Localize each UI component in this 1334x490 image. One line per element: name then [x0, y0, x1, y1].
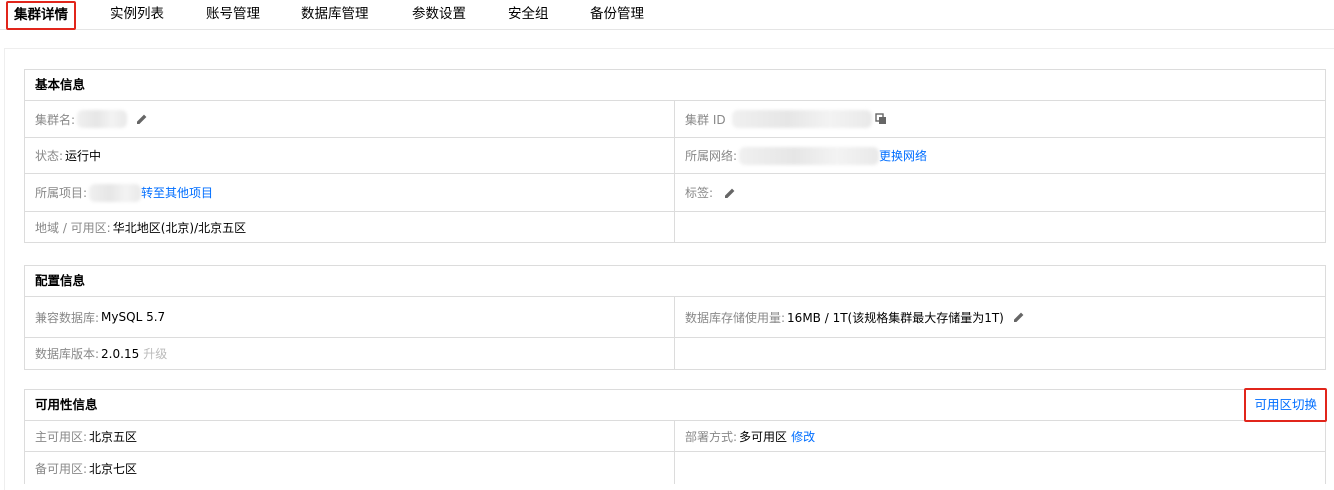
compat-db-value: MySQL 5.7: [101, 310, 166, 324]
table-row: 地域 / 可用区: 华北地区(北京)/北京五区: [25, 212, 1325, 242]
empty-cell: [675, 212, 1325, 242]
edit-storage-icon[interactable]: [1012, 310, 1026, 324]
field-label: 集群 ID: [685, 112, 726, 127]
edit-tags-icon[interactable]: [723, 186, 737, 200]
empty-cell: [675, 452, 1325, 484]
tags-cell: 标签:: [675, 174, 1325, 211]
basic-info-section: 基本信息 集群名: 集群 ID 状态: 运行中 所属网络: 更换网络 所属项目:…: [24, 69, 1326, 243]
availability-info-section: 可用性信息 可用区切换 主可用区: 北京五区 部署方式: 多可用区 修改 备可用…: [24, 388, 1327, 484]
field-label: 地域 / 可用区:: [35, 220, 111, 235]
table-row: 状态: 运行中 所属网络: 更换网络: [25, 138, 1325, 174]
region-value: 华北地区(北京)/北京五区: [112, 220, 247, 235]
az-switch-button[interactable]: 可用区切换: [1244, 388, 1327, 422]
backup-az-cell: 备可用区: 北京七区: [25, 452, 675, 484]
field-label: 数据库存储使用量:: [685, 310, 786, 325]
db-version-cell: 数据库版本: 2.0.15 升级: [25, 338, 675, 369]
table-row: 所属项目: 转至其他项目 标签:: [25, 174, 1325, 212]
field-label: 主可用区:: [35, 429, 88, 444]
storage-cell: 数据库存储使用量: 16MB / 1T(该规格集群最大存储量为1T): [675, 297, 1325, 337]
deploy-mode-cell: 部署方式: 多可用区 修改: [675, 421, 1325, 451]
field-label: 所属网络:: [685, 149, 738, 163]
redacted-value: [89, 183, 142, 202]
empty-cell: [675, 338, 1325, 369]
tab-database-management[interactable]: 数据库管理: [301, 0, 369, 29]
storage-value: 16MB / 1T(该规格集群最大存储量为1T): [787, 310, 1004, 325]
db-version-value: 2.0.15: [101, 346, 140, 361]
section-title: 基本信息: [25, 70, 1325, 101]
backup-az-value: 北京七区: [89, 461, 138, 476]
tab-bar: 集群详情 实例列表 账号管理 数据库管理 参数设置 安全组 备份管理: [0, 0, 1334, 30]
redacted-value: [739, 146, 880, 165]
field-label: 集群名:: [35, 112, 76, 127]
table-row: 备可用区: 北京七区: [25, 452, 1325, 484]
field-label: 部署方式:: [685, 429, 738, 444]
region-cell: 地域 / 可用区: 华北地区(北京)/北京五区: [25, 212, 675, 242]
upgrade-link[interactable]: 升级: [143, 345, 167, 362]
section-header: 可用性信息 可用区切换: [25, 388, 1327, 422]
tab-security-group[interactable]: 安全组: [508, 0, 549, 29]
tab-account-management[interactable]: 账号管理: [206, 0, 260, 29]
redacted-value: [731, 110, 872, 128]
deploy-mode-value: 多可用区: [739, 429, 788, 444]
field-label: 状态:: [35, 149, 64, 163]
modify-deploy-link[interactable]: 修改: [791, 428, 815, 445]
field-label: 兼容数据库:: [35, 310, 100, 325]
field-label: 备可用区:: [35, 461, 88, 476]
status-cell: 状态: 运行中: [25, 138, 675, 173]
copy-icon[interactable]: [874, 112, 888, 126]
tab-parameter-settings[interactable]: 参数设置: [412, 0, 466, 29]
edit-cluster-name-icon[interactable]: [135, 112, 149, 126]
compat-db-cell: 兼容数据库: MySQL 5.7: [25, 297, 675, 337]
field-label: 数据库版本:: [35, 347, 100, 361]
project-cell: 所属项目: 转至其他项目: [25, 174, 675, 211]
tab-cluster-details[interactable]: 集群详情: [6, 1, 76, 30]
cluster-name-cell: 集群名:: [25, 101, 675, 137]
primary-az-cell: 主可用区: 北京五区: [25, 421, 675, 451]
primary-az-value: 北京五区: [89, 429, 138, 444]
field-label: 所属项目:: [35, 186, 88, 200]
network-cell: 所属网络: 更换网络: [675, 138, 1325, 173]
change-network-link[interactable]: 更换网络: [879, 147, 927, 164]
redacted-value: [77, 110, 128, 128]
table-row: 数据库版本: 2.0.15 升级: [25, 338, 1325, 369]
status-value: 运行中: [65, 149, 102, 163]
tab-instance-list[interactable]: 实例列表: [110, 0, 164, 29]
field-label: 标签:: [685, 186, 714, 200]
move-project-link[interactable]: 转至其他项目: [141, 184, 213, 201]
table-row: 主可用区: 北京五区 部署方式: 多可用区 修改: [25, 421, 1325, 452]
tab-backup-management[interactable]: 备份管理: [590, 0, 644, 29]
table-row: 兼容数据库: MySQL 5.7 数据库存储使用量: 16MB / 1T(该规格…: [25, 297, 1325, 338]
cluster-id-cell: 集群 ID: [675, 101, 1325, 137]
table-row: 集群名: 集群 ID: [25, 101, 1325, 138]
config-info-section: 配置信息 兼容数据库: MySQL 5.7 数据库存储使用量: 16MB / 1…: [24, 265, 1326, 370]
section-title: 配置信息: [25, 266, 1325, 297]
section-title: 可用性信息: [35, 397, 98, 412]
